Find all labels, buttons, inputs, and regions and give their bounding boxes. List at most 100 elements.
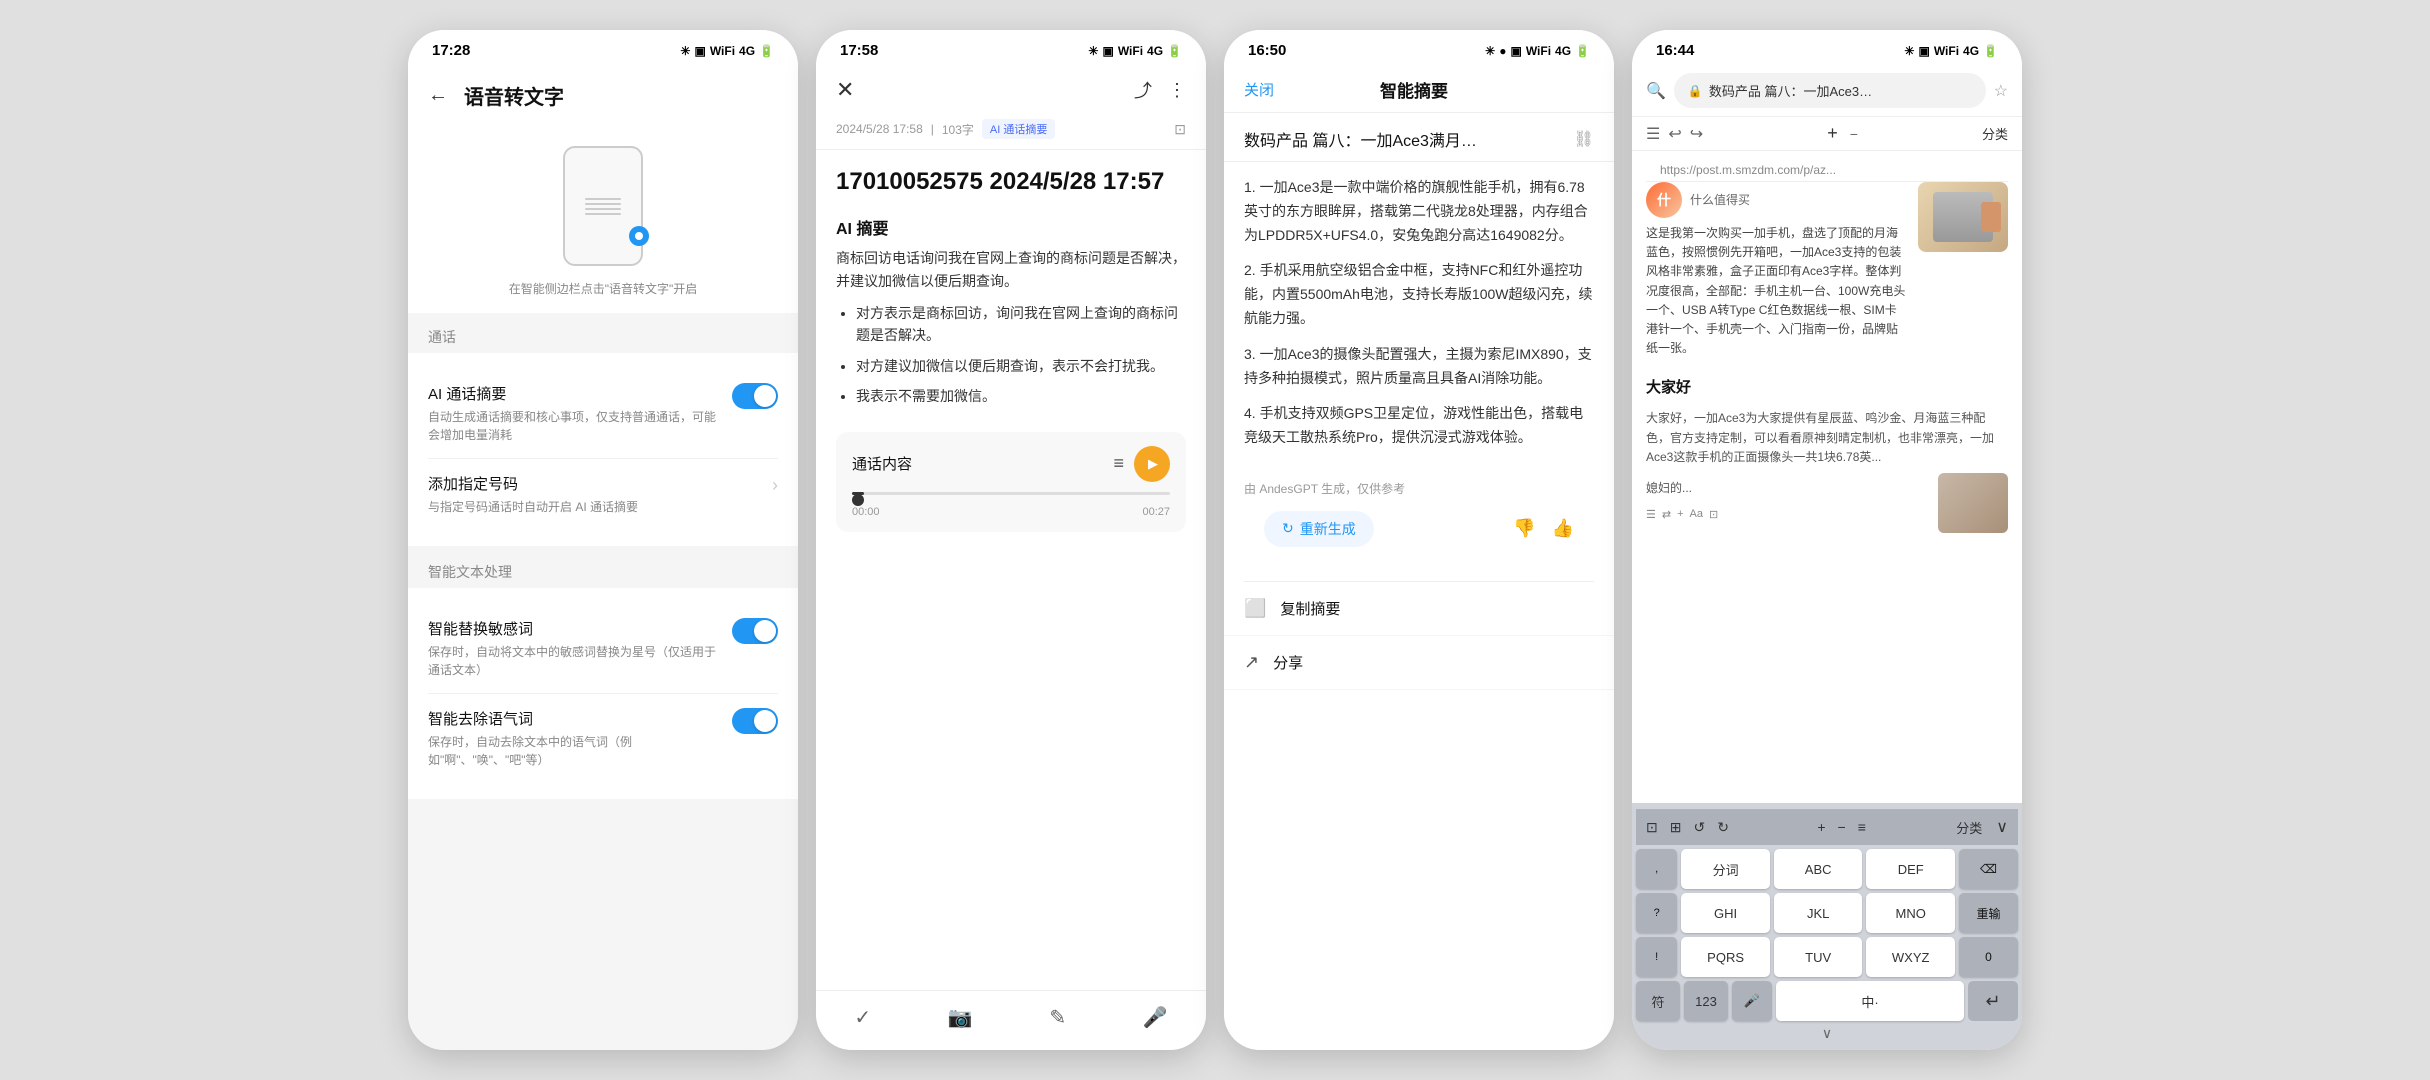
phone-image [563,146,643,266]
phone3-frame: 16:50 ✳ ● ▣ WiFi 4G 🔋 关闭 智能摘要 数码产品 篇八：一加… [1224,30,1614,1050]
article-body: 这是我第一次购买一加手机，盘选了顶配的月海蓝色，按照惯例先开箱吧，一加Ace3支… [1646,224,1908,358]
list-item: 对方表示是商标回访，询问我在官网上查询的商标问题是否解决。 [856,302,1186,347]
ai-summary-toggle[interactable] [732,383,778,409]
enter-key[interactable]: ↵ [1968,981,2018,1021]
phone-illustration [408,122,798,274]
phone1-content: 在智能侧边栏点击"语音转文字"开启 通话 AI 通话摘要 自动生成通话摘要和核心… [408,122,798,1050]
thumb-image [1938,473,2008,533]
key-exclaim[interactable]: ! [1636,937,1677,977]
key-chong-shu[interactable]: 重输 [1959,893,2018,933]
key-jkl[interactable]: JKL [1774,893,1863,933]
kb-down-icon[interactable]: ∨ [1822,1025,1832,1042]
link-icon[interactable]: ⛓ [1574,129,1594,149]
summary-item-4: 4. 手机支持双频GPS卫星定位，游戏性能出色，搭载电竞级天工散热系统Pro，提… [1244,402,1594,450]
kb-icon1[interactable]: ⊡ [1642,815,1662,840]
copy-icon: ⬜ [1244,598,1266,619]
article-main: 什 什么值得买 这是我第一次购买一加手机，盘选了顶配的月海蓝色，按照惯例先开箱吧… [1646,182,1908,358]
phone2-status-icons: ✳ ▣ WiFi 4G 🔋 [1088,44,1182,58]
url-input[interactable]: 🔒 数码产品 篇八：一加Ace3… [1674,73,1986,108]
illustration-caption: 在智能侧边栏点击"语音转文字"开启 [408,274,798,313]
minus-icon[interactable]: − [1850,126,1858,142]
camera-icon[interactable]: 📷 [948,1005,973,1030]
phone1-status-icons: ✳ ▣ WiFi 4G 🔋 [680,44,774,58]
bookmark-icon[interactable]: ☆ [1994,81,2008,101]
key-123[interactable]: 123 [1684,981,1728,1021]
phone4-status-icons: ✳ ▣ WiFi 4G 🔋 [1904,44,1998,58]
key-def[interactable]: DEF [1866,849,1955,889]
back-arrow-icon[interactable]: ← [428,84,448,107]
key-question[interactable]: ? [1636,893,1677,933]
play-button[interactable] [1134,446,1170,482]
more-icon[interactable]: ⋮ [1168,80,1186,101]
remove-filler-desc: 保存时，自动去除文本中的语气词（例如"啊"、"唤"、"吧"等） [428,733,720,769]
phone3-status-bar: 16:50 ✳ ● ▣ WiFi 4G 🔋 [1224,30,1614,65]
generated-by: 由 AndesGPT 生成，仅供参考 [1224,476,1614,511]
space-key[interactable]: 中· [1776,981,1964,1021]
replace-sensitive-title: 智能替换敏感词 [428,618,720,639]
thumbs-up-icon[interactable]: 👍 [1552,518,1574,539]
check-icon[interactable]: ✓ [854,1005,871,1030]
avatar: 什 [1646,182,1682,218]
phone1-frame: 17:28 ✳ ▣ WiFi 4G 🔋 ← 语音转文字 在智能侧边栏点击"语 [408,30,798,1050]
section1-card: AI 通话摘要 自动生成通话摘要和核心事项，仅支持普通通话，可能会增加电量消耗 … [408,353,798,546]
phone2-bottom-bar: ✓ 📷 ✎ 🎤 [816,990,1206,1050]
key-zero[interactable]: 0 [1959,937,2018,977]
ai-summary-desc: 自动生成通话摘要和核心事项，仅支持普通通话，可能会增加电量消耗 [428,408,720,444]
share-action[interactable]: ↗ 分享 [1224,636,1614,690]
phone2-time: 17:58 [840,42,878,59]
key-wxyz[interactable]: WXYZ [1866,937,1955,977]
key-delete[interactable]: ⌫ [1959,849,2018,889]
key-pqrs[interactable]: PQRS [1681,937,1770,977]
key-fen-ci[interactable]: 分词 [1681,849,1770,889]
list-item: 智能去除语气词 保存时，自动去除文本中的语气词（例如"啊"、"唤"、"吧"等） [428,694,778,783]
audio-menu-icon[interactable]: ≡ [1113,453,1124,474]
kb-chevron-down-icon[interactable]: ∨ [1992,813,2012,841]
bullets-icon[interactable]: ☰ [1646,124,1660,144]
audio-player: 通话内容 ≡ 00:00 00:27 [836,432,1186,532]
regen-button[interactable]: ↻ 重新生成 [1264,511,1374,547]
edit-icon[interactable]: ✎ [1049,1005,1066,1030]
key-fu[interactable]: 符 [1636,981,1680,1021]
remove-filler-toggle[interactable] [732,708,778,734]
save-icon[interactable]: ⊡ [1174,121,1186,138]
list-item[interactable]: 添加指定号码 与指定号码通话时自动开启 AI 通话摘要 › [428,459,778,530]
kb-icon2[interactable]: ⊞ [1666,815,1686,840]
keyboard-row2: ? GHI JKL MNO 重输 [1636,893,2018,933]
kb-plus[interactable]: + [1813,815,1829,839]
ai-bullet-list: 对方表示是商标回访，询问我在官网上查询的商标问题是否解决。 对方建议加微信以便后… [816,302,1206,432]
indicator-dot [629,226,649,246]
kb-redo[interactable]: ↻ [1713,815,1733,840]
phone2-content: 2024/5/28 17:58 | 103字 AI 通话摘要 ⊡ 1701005… [816,115,1206,990]
close-icon[interactable]: ✕ [836,77,854,103]
close-button[interactable]: 关闭 [1244,79,1274,100]
audio-progress-bar[interactable] [852,492,1170,495]
share-icon: ↗ [1244,652,1259,673]
browser-toolbar: ☰ ↩ ↪ + − 分类 [1632,117,2022,151]
add-icon[interactable]: + [1827,123,1838,144]
classify-kb-label[interactable]: 分类 [1950,814,1988,841]
replace-sensitive-toggle[interactable] [732,618,778,644]
phone3-content: 数码产品 篇八：一加Ace3满月… ⛓ 1. 一加Ace3是一款中端价格的旗舰性… [1224,113,1614,1050]
key-mic[interactable]: 🎤 [1732,981,1772,1021]
key-comma[interactable]: , [1636,849,1677,889]
kb-menu[interactable]: ≡ [1854,815,1870,839]
kb-undo[interactable]: ↺ [1689,815,1709,840]
lock-icon: 🔒 [1688,84,1703,98]
list-item: 我表示不需要加微信。 [856,385,1186,407]
kb-minus[interactable]: − [1834,815,1850,839]
redo-icon[interactable]: ↪ [1690,124,1703,144]
phone4-content: https://post.m.smzdm.com/p/az... 什 什么值得买… [1632,151,2022,803]
share-icon[interactable]: ⤴ [1134,77,1152,103]
mic-icon[interactable]: 🎤 [1143,1005,1168,1030]
key-ghi[interactable]: GHI [1681,893,1770,933]
key-abc[interactable]: ABC [1774,849,1863,889]
copy-summary-action[interactable]: ⬜ 复制摘要 [1224,582,1614,636]
key-mno[interactable]: MNO [1866,893,1955,933]
classify-label[interactable]: 分类 [1982,124,2008,143]
thumbs-down-icon[interactable]: 👎 [1513,518,1535,539]
url-bar: 🔍 🔒 数码产品 篇八：一加Ace3… ☆ [1632,65,2022,117]
ai-section-title: AI 摘要 [816,205,1206,247]
undo-icon[interactable]: ↩ [1668,124,1681,144]
key-tuv[interactable]: TUV [1774,937,1863,977]
ai-badge: AI 通话摘要 [982,119,1055,139]
